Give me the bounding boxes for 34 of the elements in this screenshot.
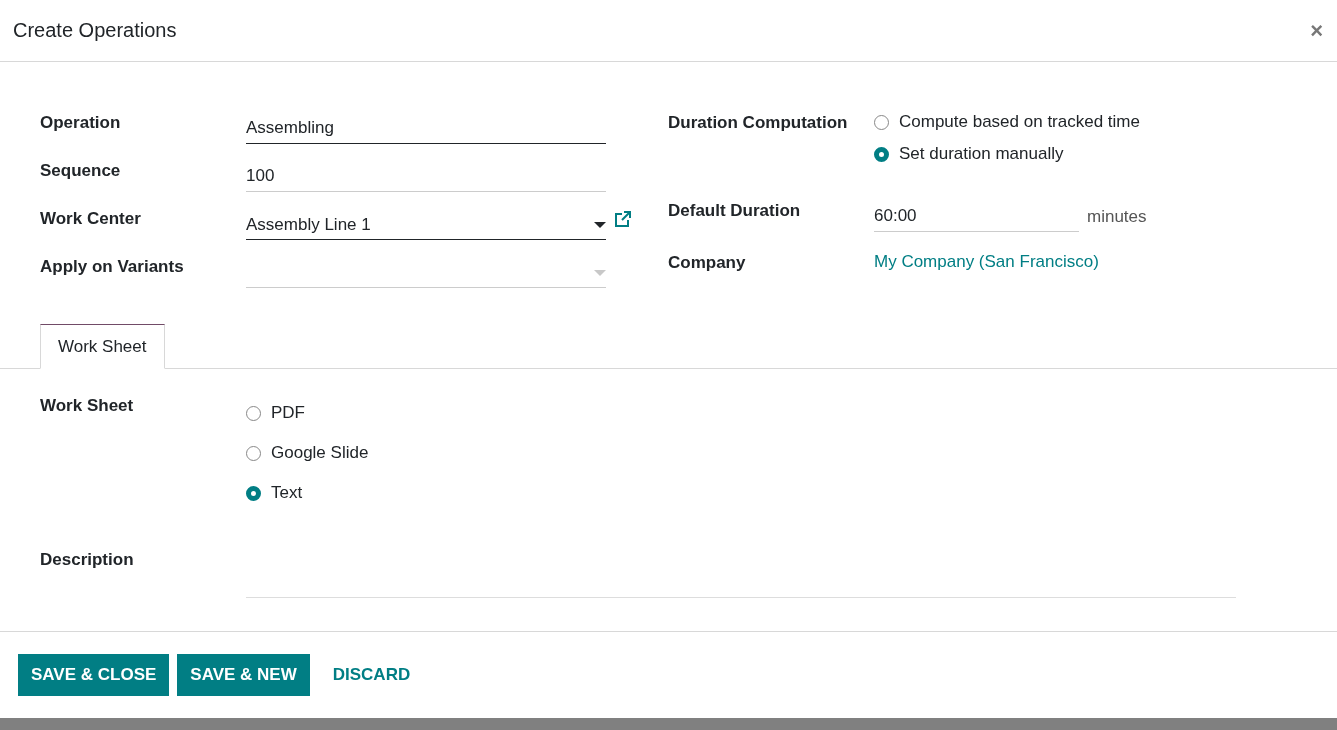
radio-button[interactable] xyxy=(874,146,889,162)
field-label: Description xyxy=(40,548,135,571)
radio-button[interactable] xyxy=(246,485,261,501)
radio-label[interactable]: Text xyxy=(271,483,303,503)
dialog-title: Create Operations xyxy=(13,19,177,42)
field-label: Sequence xyxy=(40,160,122,182)
field-label: Company xyxy=(668,252,747,274)
field-label: Apply on Variants xyxy=(40,256,185,278)
input-field[interactable]: 60:00 xyxy=(874,202,1079,232)
tab[interactable]: Work Sheet xyxy=(40,324,165,369)
radio-button[interactable] xyxy=(246,405,261,421)
radio-label[interactable]: PDF xyxy=(271,403,305,423)
field-label: Work Sheet xyxy=(40,395,135,417)
field-label: Duration Computation xyxy=(668,112,849,134)
caret-icon xyxy=(594,220,606,229)
field-label: Work Center xyxy=(40,208,142,230)
caret-icon xyxy=(594,268,606,277)
close-button[interactable]: × xyxy=(1308,17,1325,44)
company-link[interactable]: My Company (San Francisco) xyxy=(874,250,1228,274)
field-label: Operation xyxy=(40,112,122,134)
discard-button[interactable]: DISCARD xyxy=(317,654,426,696)
radio-label[interactable]: Set duration manually xyxy=(899,144,1064,164)
input-field[interactable]: Assembling xyxy=(246,114,606,144)
radio-label[interactable]: Compute based on tracked time xyxy=(899,112,1140,132)
radio-button[interactable] xyxy=(246,445,261,461)
radio-label[interactable]: Google Slide xyxy=(271,443,369,463)
unit-label: minutes xyxy=(1087,207,1147,227)
save-button[interactable]: SAVE & NEW xyxy=(177,654,310,696)
save-button[interactable]: SAVE & CLOSE xyxy=(18,654,170,696)
external-link-icon[interactable] xyxy=(614,210,632,228)
input-field[interactable]: 100 xyxy=(246,162,606,192)
field-label: Default Duration xyxy=(668,200,802,222)
radio-button[interactable] xyxy=(874,114,889,130)
dropdown-field[interactable]: Assembly Line 1 xyxy=(246,210,606,240)
